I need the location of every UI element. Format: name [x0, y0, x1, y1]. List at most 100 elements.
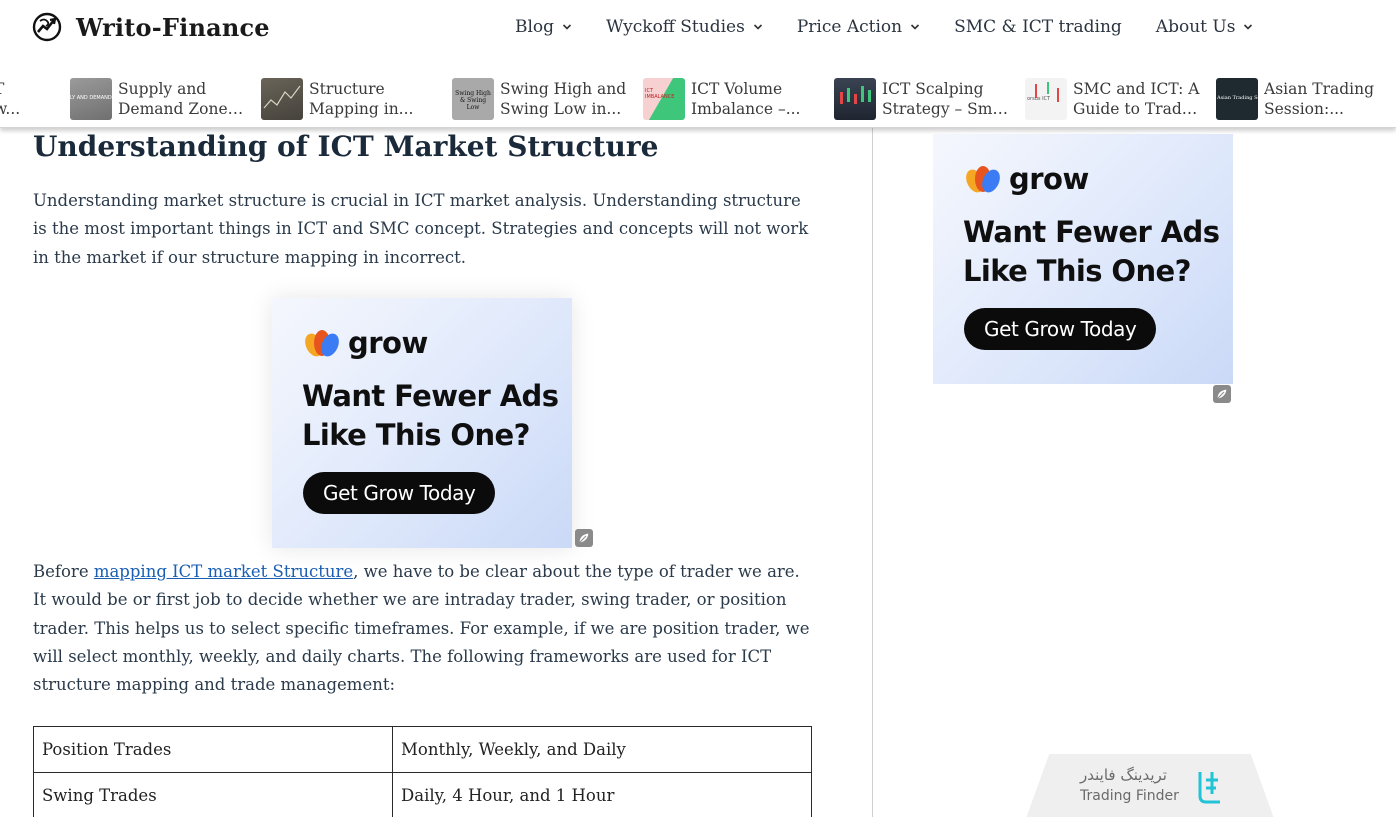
strip-item-title: Swing High and Swing Low in...	[500, 79, 630, 119]
nav-label: Blog	[515, 17, 555, 37]
site-name: Writo-Finance	[76, 12, 270, 42]
related-posts-strip: T w... LY AND DEMAND Z Supply and Demand…	[0, 70, 1396, 128]
thumbnail-caption: Asian Trading Session	[1217, 95, 1258, 101]
mapping-structure-link[interactable]: mapping ICT market Structure	[94, 562, 353, 581]
grow-leaf-icon	[966, 166, 1000, 193]
ad-headline-line: Want Fewer Ads	[963, 215, 1220, 249]
ad-options-icon[interactable]	[575, 529, 593, 547]
site-logo[interactable]: Writo-Finance	[32, 12, 270, 42]
nav-label: Price Action	[796, 17, 903, 37]
ad-options-icon[interactable]	[1213, 385, 1231, 403]
table-row: Swing Trades Daily, 4 Hour, and 1 Hour	[33, 772, 812, 817]
trading-finder-logo-icon	[1198, 772, 1220, 804]
strip-title-line: Swing High and	[500, 80, 627, 98]
strip-item-title: Supply and Demand Zones...	[118, 79, 248, 119]
leaf-icon	[1216, 388, 1228, 400]
strip-title-line: Swing Low in...	[500, 100, 622, 118]
article-paragraph: Understanding market structure is crucia…	[33, 191, 809, 267]
section-heading: Understanding of ICT Market Structure	[33, 130, 659, 163]
strip-title-line: Asian Trading	[1264, 80, 1375, 98]
strip-item[interactable]: Swing High & Swing Low Swing High and Sw…	[452, 78, 630, 120]
ad-brand-logo: grow	[963, 162, 1089, 196]
strip-title-line: SMC and ICT: A	[1073, 80, 1200, 98]
widget-name-fa: تریدینگ فایندر	[1080, 766, 1167, 784]
ad-brand-logo: grow	[302, 326, 428, 360]
timeframe-table: Position Trades Monthly, Weekly, and Dai…	[33, 726, 812, 817]
strip-title-line: Guide to Trade...	[1073, 100, 1203, 118]
post-thumbnail: orsus ICT	[1025, 78, 1067, 120]
nav-label: Wyckoff Studies	[606, 17, 745, 37]
strip-title-line: Supply and	[118, 80, 207, 98]
strip-title-line: ICT Scalping	[882, 80, 984, 98]
ad-cta-button[interactable]: Get Grow Today	[303, 472, 496, 514]
strip-item[interactable]: ICT IMBALANCE ICT Volume Imbalance –...	[643, 78, 821, 120]
strip-title-line: Demand Zones...	[118, 100, 248, 118]
ad-headline-line: Want Fewer Ads	[302, 379, 559, 413]
ad-brand-name: grow	[1009, 162, 1089, 196]
text-run: Before	[33, 562, 94, 581]
grow-leaf-icon	[305, 330, 339, 357]
grow-ad-sidebar[interactable]: grow Want Fewer Ads Like This One? Get G…	[933, 134, 1233, 384]
strip-item[interactable]: T w...	[0, 78, 34, 120]
strip-title-line: Structure	[309, 80, 385, 98]
ad-headline: Want Fewer Ads Like This One?	[963, 213, 1220, 291]
ad-headline-line: Like This One?	[963, 254, 1191, 288]
nav-about-us[interactable]: About Us	[1156, 17, 1254, 37]
strip-item[interactable]: LY AND DEMAND Z Supply and Demand Zones.…	[70, 78, 248, 120]
trading-finder-widget[interactable]: تریدینگ فایندر Trading Finder	[1024, 754, 1276, 817]
strip-item-title: ICT Scalping Strategy – Sma...	[882, 79, 1012, 119]
strip-item[interactable]: Structure Mapping in...	[261, 78, 439, 120]
ad-brand-name: grow	[348, 326, 428, 360]
strip-item-title: Asian Trading Session:...	[1264, 79, 1394, 119]
ad-cta-button[interactable]: Get Grow Today	[964, 308, 1157, 350]
nav-label: SMC & ICT trading	[954, 17, 1122, 37]
nav-label: About Us	[1155, 17, 1236, 37]
table-row: Position Trades Monthly, Weekly, and Dai…	[33, 726, 812, 773]
chevron-down-icon	[753, 24, 762, 30]
post-thumbnail	[834, 78, 876, 120]
chart-thumbnail-icon	[840, 86, 871, 104]
chevron-down-icon	[562, 24, 572, 30]
nav-wyckoff-studies[interactable]: Wyckoff Studies	[606, 17, 763, 37]
strip-title-line: Mapping in...	[309, 100, 414, 118]
strip-item-title: Structure Mapping in...	[309, 79, 439, 119]
post-thumbnail: Asian Trading Session	[1216, 78, 1258, 120]
leaf-icon	[578, 532, 590, 544]
text-run: , we have to be clear about the type of …	[33, 562, 810, 695]
chevron-down-icon	[911, 24, 920, 30]
table-cell: Position Trades	[33, 726, 393, 773]
strip-title-line: w...	[0, 100, 21, 118]
strip-item[interactable]: orsus ICT SMC and ICT: A Guide to Trade.…	[1025, 78, 1203, 120]
nav-price-action[interactable]: Price Action	[797, 17, 920, 37]
grow-ad-inline[interactable]: grow Want Fewer Ads Like This One? Get G…	[272, 298, 572, 548]
article-paragraph: Before mapping ICT market Structure, we …	[33, 558, 813, 699]
strip-item[interactable]: Asian Trading Session Asian Trading Sess…	[1216, 78, 1394, 120]
brain-logo-icon	[32, 12, 62, 42]
strip-item[interactable]: ICT Scalping Strategy – Sma...	[834, 78, 1012, 120]
nav-smc-ict-trading[interactable]: SMC & ICT trading	[954, 17, 1122, 37]
strip-item-title: T w...	[0, 79, 34, 119]
ad-headline: Want Fewer Ads Like This One?	[302, 377, 559, 455]
post-thumbnail: Swing High & Swing Low	[452, 78, 494, 120]
site-header: Writo-Finance Blog Wyckoff Studies Price…	[0, 0, 1396, 70]
strip-title-line: Imbalance –...	[691, 100, 801, 118]
post-thumbnail: ICT IMBALANCE	[643, 78, 685, 120]
thumbnail-caption: Swing High & Swing Low	[455, 90, 491, 111]
strip-title-line: ICT Volume	[691, 80, 783, 98]
sidebar-divider	[872, 128, 873, 817]
table-cell: Monthly, Weekly, and Daily	[392, 726, 812, 773]
post-thumbnail	[261, 78, 303, 120]
widget-name-en: Trading Finder	[1080, 788, 1179, 804]
thumbnail-caption: LY AND DEMAND Z	[70, 95, 112, 101]
nav-blog[interactable]: Blog	[515, 17, 572, 37]
thumbnail-caption: ICT IMBALANCE	[645, 88, 675, 100]
strip-item-title: ICT Volume Imbalance –...	[691, 79, 821, 119]
post-thumbnail: LY AND DEMAND Z	[70, 78, 112, 120]
strip-title-line: Strategy – Sma...	[882, 100, 1012, 118]
table-cell: Daily, 4 Hour, and 1 Hour	[392, 772, 812, 817]
chevron-down-icon	[1244, 24, 1253, 30]
strip-item-title: SMC and ICT: A Guide to Trade...	[1073, 79, 1203, 119]
strip-title-line: Session:...	[1264, 100, 1344, 118]
strip-title-line: T	[0, 79, 34, 99]
thumbnail-caption: orsus ICT	[1027, 96, 1051, 102]
